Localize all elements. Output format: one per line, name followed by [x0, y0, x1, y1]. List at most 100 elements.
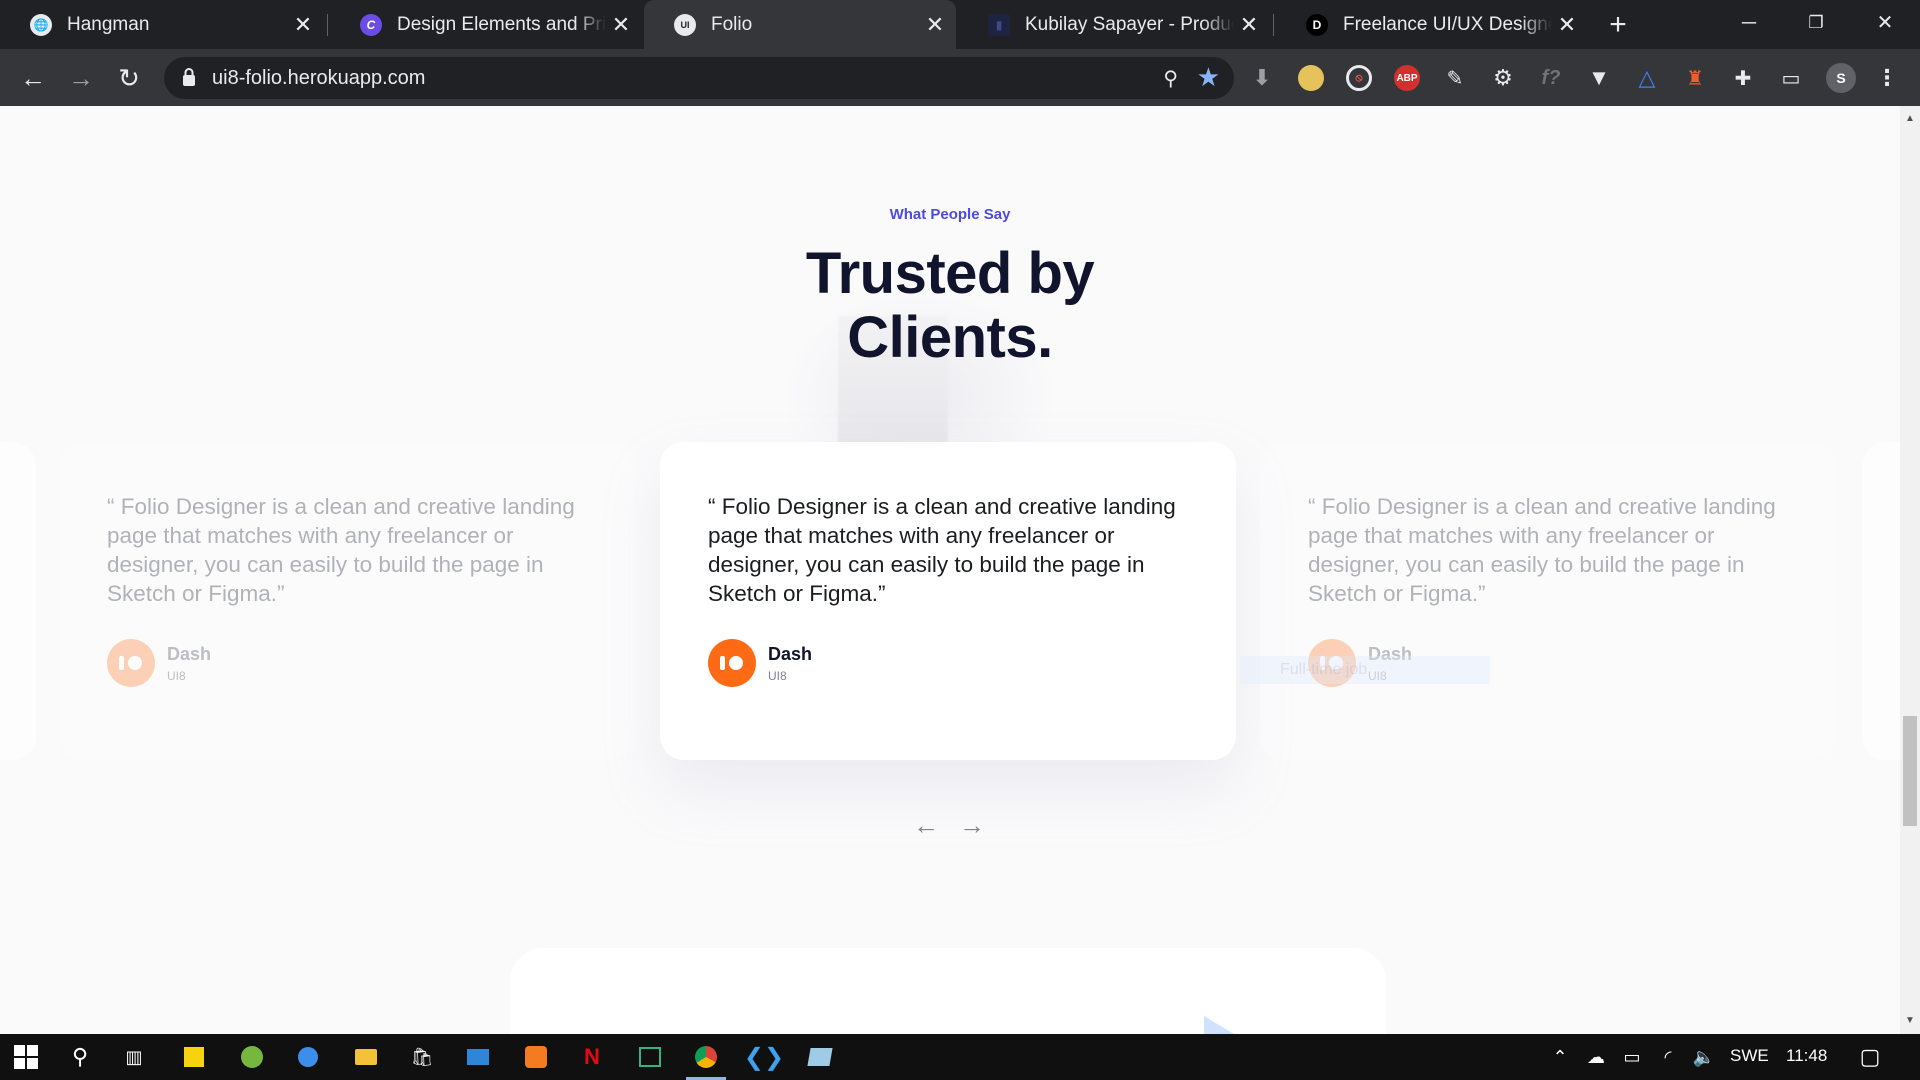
tab-divider: [1273, 14, 1274, 36]
heading-line-1: Trusted by: [805, 241, 1095, 306]
url-text[interactable]: ui8-folio.herokuapp.com: [212, 67, 425, 90]
search-icon[interactable]: ⚲: [64, 1041, 96, 1073]
tab-title: Design Elements and Principles: [397, 13, 606, 35]
gear-icon[interactable]: ⚙: [1490, 65, 1516, 91]
formula-icon[interactable]: f?: [1538, 65, 1564, 91]
carousel-prev-button[interactable]: ←: [912, 810, 940, 841]
vscode-icon[interactable]: ❮❯: [744, 1041, 784, 1073]
cast-icon[interactable]: ▭: [1778, 65, 1804, 91]
chrome-icon[interactable]: [690, 1041, 722, 1073]
ui8-logo-icon: [119, 656, 142, 670]
testimonial-author: Dash UI8: [107, 639, 211, 687]
close-icon[interactable]: ✕: [1552, 12, 1582, 38]
bookmark-star-icon[interactable]: ★: [1197, 62, 1220, 93]
ghost-label: Full-time job: [1240, 656, 1490, 684]
author-role: UI8: [167, 668, 186, 683]
tab-title: Freelance UI/UX Designer: [1343, 13, 1552, 35]
chevron-up-icon[interactable]: ⌃: [1544, 1041, 1576, 1073]
back-button[interactable]: ←: [14, 59, 52, 97]
lock-icon: [183, 68, 195, 86]
author-name: Dash: [167, 643, 212, 664]
tab-kubilay[interactable]: ▮ Kubilay Sapayer - Product Designer ✕: [958, 0, 1270, 49]
author-name: Dash: [768, 643, 813, 664]
tab-hangman[interactable]: 🌐 Hangman ✕: [0, 0, 324, 49]
vuetify-icon[interactable]: ▼: [1586, 65, 1612, 91]
volume-icon[interactable]: 🔈: [1688, 1041, 1720, 1073]
clock[interactable]: 11:48: [1786, 1046, 1827, 1066]
block-icon[interactable]: ⦸: [1346, 65, 1372, 91]
scroll-up-arrow[interactable]: ▲: [1900, 110, 1920, 128]
tab-title: Hangman: [67, 13, 150, 35]
app-icon[interactable]: [804, 1041, 836, 1073]
utorrent-icon[interactable]: [236, 1041, 268, 1073]
testimonial-author: Dash UI8: [708, 639, 812, 687]
sticky-notes-icon[interactable]: [178, 1041, 210, 1073]
testimonial-card-active[interactable]: “ Folio Designer is a clean and creative…: [660, 442, 1236, 760]
close-icon[interactable]: ✕: [606, 12, 636, 38]
section-eyebrow: What People Say: [889, 206, 1011, 223]
close-icon[interactable]: ✕: [920, 12, 950, 38]
zoom-icon[interactable]: ⚲: [1163, 66, 1178, 91]
notifications-icon[interactable]: ▢: [1854, 1041, 1886, 1073]
canva-icon: C: [360, 13, 382, 36]
tab-divider: [327, 14, 328, 36]
ui8-icon: UI: [674, 13, 696, 36]
carousel-next-button[interactable]: →: [958, 810, 986, 841]
battery-icon[interactable]: ▭: [1616, 1041, 1648, 1073]
mail-icon[interactable]: [462, 1041, 494, 1073]
lighthouse-icon[interactable]: ♜: [1682, 65, 1708, 91]
scroll-down-arrow[interactable]: ▼: [1900, 1012, 1920, 1030]
xampp-icon[interactable]: [520, 1041, 552, 1073]
task-view-icon[interactable]: ▥: [118, 1041, 150, 1073]
browser-toolbar: ← → ↻ ui8-folio.herokuapp.com ⚲ ★ ⬇ ⦸ AB…: [0, 49, 1920, 106]
pen-icon[interactable]: ✎: [1442, 65, 1468, 91]
adblock-icon[interactable]: ABP: [1394, 65, 1420, 91]
testimonial-card-edge-right: [1862, 442, 1900, 760]
store-icon[interactable]: 🛍: [406, 1041, 438, 1073]
app-icon[interactable]: [292, 1041, 324, 1073]
puzzle-icon[interactable]: ✚: [1730, 65, 1756, 91]
heading-line-2: Clients.: [847, 305, 1053, 370]
tab-folio[interactable]: UI Folio ✕: [644, 0, 956, 49]
reload-button[interactable]: ↻: [110, 59, 148, 97]
shield-icon[interactable]: [1298, 65, 1324, 91]
windows-start-icon[interactable]: [10, 1041, 42, 1073]
tab-title: Folio: [711, 13, 753, 35]
scrollbar-track[interactable]: [1900, 106, 1920, 1034]
netflix-icon[interactable]: N: [576, 1041, 608, 1073]
testimonial-card-edge-left: [0, 442, 36, 760]
tab-freelance[interactable]: D Freelance UI/UX Designer ✕: [1276, 0, 1588, 49]
address-bar[interactable]: ui8-folio.herokuapp.com ⚲ ★: [164, 57, 1234, 99]
menu-icon[interactable]: ⋮: [1874, 65, 1900, 91]
close-icon[interactable]: ✕: [1234, 12, 1264, 38]
tab-strip: 🌐 Hangman ✕ C Design Elements and Princi…: [0, 0, 1920, 49]
decorative-shape: [1204, 1016, 1234, 1034]
new-tab-button[interactable]: +: [1600, 8, 1636, 44]
site-icon: ▮: [988, 13, 1010, 36]
download-icon[interactable]: ⬇: [1249, 65, 1275, 91]
next-section-card: [510, 948, 1386, 1034]
carousel-controls: ← →: [912, 810, 986, 841]
onedrive-icon[interactable]: ☁: [1580, 1041, 1612, 1073]
terminal-icon[interactable]: [634, 1041, 666, 1073]
testimonial-quote: “ Folio Designer is a clean and creative…: [708, 494, 1176, 606]
file-explorer-icon[interactable]: [350, 1041, 382, 1073]
testimonial-quote: “ Folio Designer is a clean and creative…: [107, 494, 575, 606]
windows-taskbar: ⚲ ▥ 🛍 N ❮❯ ⌃ ☁ ▭ ◜ 🔈 SWE 11:48 ▢: [0, 1034, 1920, 1080]
close-icon[interactable]: ✕: [288, 12, 318, 38]
testimonial-card[interactable]: “ Folio Designer is a clean and creative…: [59, 442, 635, 760]
profile-avatar[interactable]: S: [1826, 63, 1856, 93]
language-indicator[interactable]: SWE: [1730, 1046, 1769, 1066]
drive-icon[interactable]: △: [1634, 65, 1660, 91]
testimonial-card[interactable]: “ Folio Designer is a clean and creative…: [1260, 442, 1836, 760]
forward-button[interactable]: →: [62, 59, 100, 97]
scrollbar-thumb[interactable]: [1903, 716, 1917, 826]
tab-design-elements[interactable]: C Design Elements and Principles ✕: [330, 0, 642, 49]
section-heading: Trusted by Clients.: [0, 242, 1900, 370]
restore-button[interactable]: ❐: [1781, 0, 1851, 49]
wifi-icon[interactable]: ◜: [1652, 1041, 1684, 1073]
testimonial-quote: “ Folio Designer is a clean and creative…: [1308, 494, 1776, 606]
d-icon: D: [1306, 13, 1328, 36]
minimize-button[interactable]: ─: [1714, 0, 1784, 49]
close-window-button[interactable]: ✕: [1850, 0, 1920, 49]
